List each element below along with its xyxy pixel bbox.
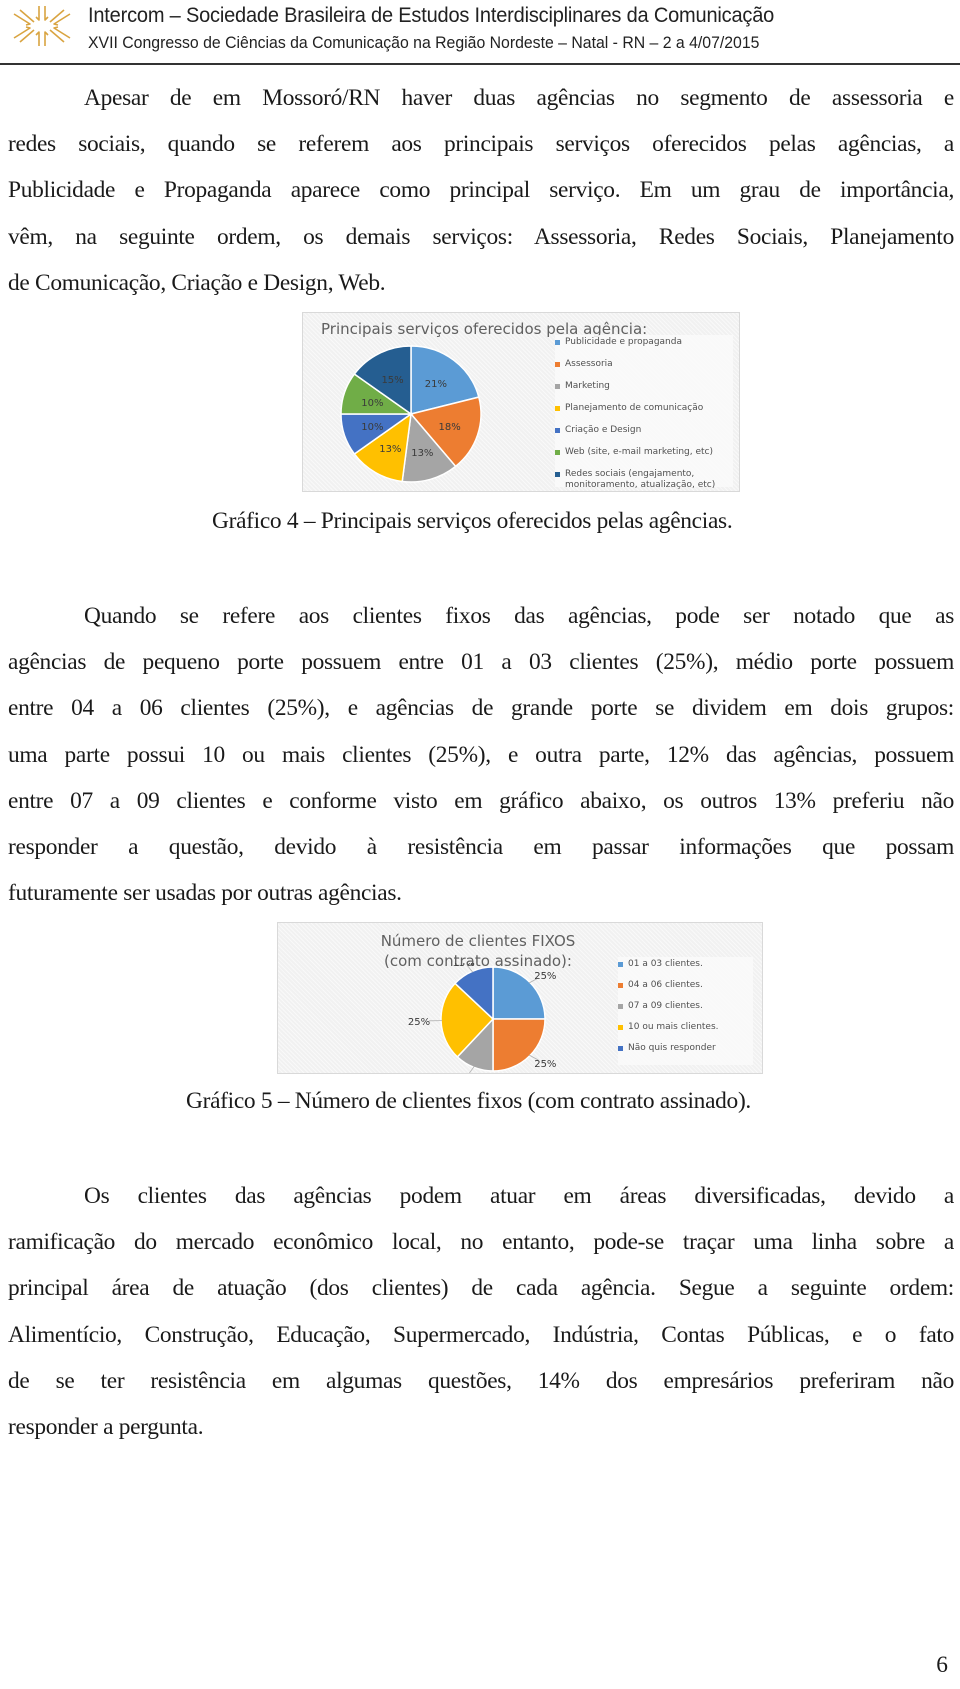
legend-label: Assessoria (565, 359, 613, 369)
legend-swatch (555, 406, 560, 411)
paragraph-2: Quando se refere aos clientes fixos das … (8, 593, 954, 916)
page-header: Intercom – Sociedade Brasileira de Estud… (0, 0, 960, 66)
legend-swatch (555, 450, 560, 455)
paragraph-line: uma parte possui 10 ou mais clientes (25… (8, 741, 954, 768)
figure-caption-4: Gráfico 4 – Principais serviços oferecid… (212, 508, 733, 534)
legend-item: Assessoria (555, 359, 733, 370)
legend-item: Planejamento de comunicação (555, 403, 733, 414)
legend-swatch (555, 340, 560, 345)
intercom-logo-icon (13, 6, 71, 46)
legend-swatch (555, 384, 560, 389)
figure-caption-5: Gráfico 5 – Número de clientes fixos (co… (186, 1088, 751, 1114)
legend-swatch (618, 1004, 623, 1009)
legend-label: Redes sociais (engajamento, (565, 469, 695, 479)
chart-services-pie: Principais serviços oferecidos pela agên… (302, 312, 740, 492)
legend-label: Web (site, e-mail marketing, etc) (565, 447, 714, 457)
legend-item: Publicidade e propaganda (555, 337, 733, 348)
pie-chart-2: 25%25%12%25%13% (408, 963, 556, 1073)
header-divider (0, 63, 960, 65)
slice-label: 13% (452, 963, 474, 969)
header-subtitle: XVII Congresso de Ciências da Comunicaçã… (88, 33, 760, 52)
legend-item: Redes sociais (engajamento, monitoramento… (555, 469, 733, 491)
paragraph-line: de Comunicação, Criação e Design, Web. (8, 269, 386, 296)
legend-label: Publicidade e propaganda (565, 337, 682, 347)
legend-label: 10 ou mais clientes. (628, 1022, 719, 1032)
legend-item: Criação e Design (555, 425, 733, 436)
slice-label: 21% (425, 379, 447, 390)
legend-swatch (618, 983, 623, 988)
paragraph-line: redes sociais, quando se referem aos pri… (8, 131, 954, 158)
slice-label: 10% (361, 398, 383, 409)
paragraph-line: principal área de atuação (dos clientes)… (8, 1275, 954, 1302)
legend-label: Criação e Design (565, 425, 642, 435)
slice-label: 25% (408, 1017, 430, 1028)
slice-label: 13% (379, 444, 401, 455)
paragraph-line: responder a pergunta. (8, 1413, 204, 1440)
legend-label: Planejamento de comunicação (565, 403, 704, 413)
chart-clients-pie: Número de clientes FIXOS (com contrato a… (277, 922, 763, 1074)
slice-label: 15% (381, 375, 403, 386)
legend-swatch (555, 472, 560, 477)
paragraph-1: Apesar de em Mossoró/RN haver duas agênc… (8, 75, 954, 306)
pie-chart-1: 21% 18% 13% 13% 10% 10% 15% (340, 345, 482, 483)
slice-label: 10% (361, 422, 383, 433)
paragraph-line: agências de pequeno porte possuem entre … (8, 649, 954, 676)
legend-label: 04 a 06 clientes. (628, 980, 703, 990)
legend-item: 01 a 03 clientes. (618, 959, 753, 970)
legend-label: Não quis responder (628, 1043, 716, 1053)
legend-item: Marketing (555, 381, 733, 392)
chart-legend: 01 a 03 clientes. 04 a 06 clientes. 07 a 0… (618, 957, 753, 1065)
legend-swatch (555, 362, 560, 367)
slice-label: 25% (534, 1059, 556, 1070)
paragraph-line: Apesar de em Mossoró/RN haver duas agênc… (84, 85, 954, 111)
legend-label: monitoramento, atualização, etc) (565, 480, 716, 490)
legend-item: Web (site, e-mail marketing, etc) (555, 447, 733, 458)
legend-item: 04 a 06 clientes. (618, 980, 753, 991)
legend-label: 07 a 09 clientes. (628, 1001, 703, 1011)
paragraph-line: responder a questão, devido à resistênci… (8, 833, 954, 860)
paragraph-line: Publicidade e Propaganda aparece como pr… (8, 177, 954, 204)
legend-label: Marketing (565, 381, 610, 391)
slice-label: 18% (438, 422, 460, 433)
legend-item: Não quis responder (618, 1043, 753, 1054)
legend-swatch (618, 1046, 623, 1051)
paragraph-line: Os clientes das agências podem atuar em … (84, 1183, 954, 1209)
legend-swatch (618, 962, 623, 967)
paragraph-line: de se ter resistência em algumas questõe… (8, 1367, 954, 1394)
paragraph-line: Alimentício, Construção, Educação, Super… (8, 1321, 954, 1348)
page-number: 6 (936, 1652, 948, 1678)
legend-item: 10 ou mais clientes. (618, 1022, 753, 1033)
paragraph-line: vêm, na seguinte ordem, os demais serviç… (8, 223, 954, 250)
legend-swatch (618, 1025, 623, 1030)
paragraph-line: futuramente ser usadas por outras agênci… (8, 880, 402, 907)
slice-label: 13% (411, 448, 433, 459)
paragraph-line: Quando se refere aos clientes fixos das … (84, 603, 954, 629)
paragraph-line: ramificação do mercado econômico local, … (8, 1229, 954, 1256)
header-title: Intercom – Sociedade Brasileira de Estud… (88, 3, 775, 27)
legend-label: 01 a 03 clientes. (628, 959, 703, 969)
legend-item: 07 a 09 clientes. (618, 1001, 753, 1012)
paragraph-line: entre 04 a 06 clientes (25%), e agências… (8, 695, 954, 722)
paragraph-line: entre 07 a 09 clientes e conforme visto … (8, 787, 954, 814)
legend-swatch (555, 428, 560, 433)
paragraph-3: Os clientes das agências podem atuar em … (8, 1173, 954, 1450)
slice-label: 25% (534, 971, 556, 982)
chart-legend: Publicidade e propaganda Assessoria Market… (555, 335, 733, 490)
